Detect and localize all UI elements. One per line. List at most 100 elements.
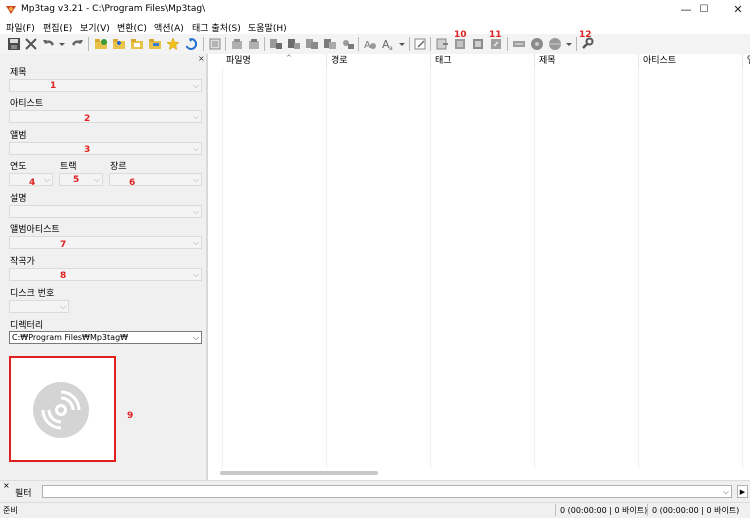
- album-artist-field[interactable]: ⌵: [9, 236, 202, 249]
- track-field[interactable]: ⌵: [59, 173, 103, 186]
- comment-field[interactable]: ⌵: [9, 205, 202, 218]
- list-view-icon[interactable]: [208, 37, 222, 51]
- composer-field[interactable]: ⌵: [9, 268, 202, 281]
- chevron-down-icon[interactable]: ⌵: [193, 269, 199, 281]
- tag-to-tag-icon[interactable]: [323, 37, 337, 51]
- status-divider: [647, 504, 648, 516]
- column-divider: [638, 68, 639, 468]
- column-divider: [326, 68, 327, 468]
- toolbar: A Aa 10 11 12: [0, 30, 750, 55]
- column-filename[interactable]: 파일명 ^: [222, 54, 327, 68]
- status-total: 0 (00:00:00 | 0 바이트): [652, 506, 740, 515]
- column-divider: [742, 68, 743, 468]
- chevron-down-icon[interactable]: ⌵: [193, 332, 199, 344]
- toolbar-separator: [203, 37, 204, 51]
- column-divider: [222, 68, 223, 468]
- chevron-down-icon[interactable]: ⌵: [723, 486, 729, 498]
- chevron-down-icon[interactable]: ⌵: [94, 174, 100, 186]
- web-source-icon[interactable]: [512, 37, 526, 51]
- replace-icon[interactable]: Aa: [381, 37, 395, 51]
- status-bar: 준비 0 (00:00:00 | 0 바이트) 0 (00:00:00 | 0 …: [0, 502, 750, 518]
- close-button[interactable]: ✕: [720, 0, 750, 20]
- filter-close-icon[interactable]: ×: [3, 481, 10, 490]
- file-list[interactable]: 파일명 ^ 경로 태그 제목 아티스트 앨: [208, 54, 750, 480]
- actions-icon[interactable]: [471, 37, 485, 51]
- filename-to-tag-icon[interactable]: [287, 37, 301, 51]
- window-title: Mp3tag v3.21 - C:\Program Files\Mp3tag\: [21, 4, 206, 14]
- menu-convert[interactable]: 변환(C): [117, 21, 147, 34]
- chevron-down-icon[interactable]: ⌵: [193, 143, 199, 155]
- annotation-12: 12: [579, 30, 592, 40]
- column-album[interactable]: 앨: [743, 54, 750, 68]
- column-path[interactable]: 경로: [327, 54, 431, 68]
- undo-icon[interactable]: [42, 37, 56, 51]
- filter-input[interactable]: ⌵: [42, 485, 732, 498]
- export-icon[interactable]: [435, 37, 449, 51]
- favorite-folder-icon[interactable]: [148, 37, 162, 51]
- redo-icon[interactable]: [70, 37, 84, 51]
- chevron-down-icon[interactable]: ⌵: [193, 206, 199, 218]
- remove-tag-icon[interactable]: [24, 37, 38, 51]
- chevron-down-icon[interactable]: ⌵: [193, 174, 199, 186]
- title-field[interactable]: ⌵: [9, 79, 202, 92]
- edit-tag-icon[interactable]: [413, 37, 427, 51]
- autonumber-icon[interactable]: [341, 37, 355, 51]
- case-conversion-icon[interactable]: A: [363, 37, 377, 51]
- chevron-down-icon[interactable]: ⌵: [44, 174, 50, 186]
- chevron-down-icon[interactable]: ⌵: [193, 237, 199, 249]
- paste-tag-icon[interactable]: [247, 37, 261, 51]
- year-label: 연도: [10, 162, 27, 172]
- change-directory-icon[interactable]: [94, 37, 108, 51]
- panel-close-button[interactable]: ×: [198, 54, 205, 63]
- menu-file[interactable]: 파일(F): [6, 21, 35, 34]
- menu-help[interactable]: 도움말(H): [248, 21, 287, 34]
- column-divider: [430, 68, 431, 468]
- filter-bar: × 필터 ⌵ ▶: [0, 480, 750, 503]
- comment-label: 설명: [10, 194, 27, 204]
- horizontal-scrollbar[interactable]: [220, 471, 378, 475]
- disc-number-field[interactable]: ⌵: [9, 300, 69, 313]
- column-artist[interactable]: 아티스트: [639, 54, 743, 68]
- toolbar-separator: [88, 37, 89, 51]
- musicbrainz-icon[interactable]: [548, 37, 562, 51]
- status-selected: 0 (00:00:00 | 0 바이트): [560, 506, 648, 515]
- genre-field[interactable]: ⌵: [109, 173, 202, 186]
- column-tag[interactable]: 태그: [431, 54, 535, 68]
- tag-to-filename-icon[interactable]: [269, 37, 283, 51]
- title-bar: Mp3tag v3.21 - C:\Program Files\Mp3tag\ …: [0, 0, 750, 20]
- text-to-tag-icon[interactable]: [305, 37, 319, 51]
- svg-text:a: a: [389, 45, 393, 51]
- album-field[interactable]: ⌵: [9, 142, 202, 155]
- svg-text:A: A: [364, 40, 371, 51]
- artist-field[interactable]: ⌵: [9, 110, 202, 123]
- album-label: 앨범: [10, 131, 27, 141]
- annotation-5: 5: [73, 175, 80, 185]
- refresh-icon[interactable]: [184, 37, 198, 51]
- menu-view[interactable]: 보기(V): [80, 21, 110, 34]
- web-source-dropdown-icon[interactable]: [565, 37, 573, 51]
- replace-dropdown-icon[interactable]: [398, 37, 406, 51]
- freedb-icon[interactable]: [530, 37, 544, 51]
- annotation-2: 2: [84, 114, 91, 124]
- cover-art-area[interactable]: [9, 356, 116, 462]
- undo-dropdown-icon[interactable]: [58, 37, 66, 51]
- menu-action[interactable]: 액션(A): [154, 21, 184, 34]
- copy-tag-icon[interactable]: [230, 37, 244, 51]
- directory-field[interactable]: C:₩Program Files₩Mp3tag₩ ⌵: [9, 331, 202, 344]
- toolbar-separator: [576, 37, 577, 51]
- filter-apply-button[interactable]: ▶: [737, 485, 748, 498]
- column-title[interactable]: 제목: [535, 54, 639, 68]
- open-folder-icon[interactable]: [130, 37, 144, 51]
- disc-number-label: 디스크 번호: [10, 289, 55, 299]
- favorites-star-icon[interactable]: [166, 37, 180, 51]
- save-icon[interactable]: [7, 37, 21, 51]
- annotation-6: 6: [129, 178, 136, 188]
- chevron-down-icon[interactable]: ⌵: [193, 111, 199, 123]
- toolbar-separator: [358, 37, 359, 51]
- chevron-down-icon[interactable]: ⌵: [60, 301, 66, 313]
- menu-tag-sources[interactable]: 태그 출처(S): [192, 21, 241, 34]
- maximize-button[interactable]: ☐: [686, 0, 722, 20]
- menu-edit[interactable]: 편집(E): [43, 21, 72, 34]
- chevron-down-icon[interactable]: ⌵: [193, 80, 199, 92]
- add-directory-icon[interactable]: [112, 37, 126, 51]
